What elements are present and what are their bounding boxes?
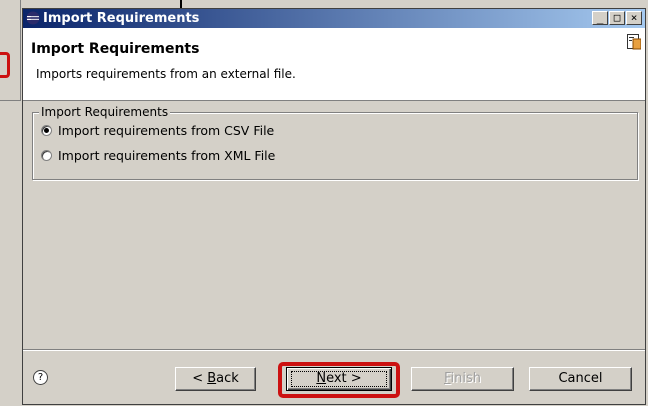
cancel-button[interactable]: Cancel: [529, 367, 632, 391]
background-edge: [180, 0, 182, 8]
minimize-button[interactable]: _: [592, 11, 608, 25]
window-title: Import Requirements: [43, 11, 200, 26]
eclipse-icon: [26, 11, 40, 25]
button-bar-separator: [23, 349, 645, 351]
radio-option-xml[interactable]: Import requirements from XML File: [41, 148, 275, 163]
help-icon[interactable]: ?: [33, 370, 48, 385]
back-mnemonic: B: [207, 371, 217, 386]
back-prefix: <: [192, 371, 208, 386]
radio-button[interactable]: [41, 150, 52, 161]
back-label: ack: [216, 371, 239, 386]
back-button[interactable]: < Back: [175, 367, 256, 391]
radio-label: Import requirements from XML File: [58, 148, 276, 163]
radio-button-checked[interactable]: [41, 125, 52, 136]
finish-label: inish: [450, 371, 482, 386]
radio-option-csv[interactable]: Import requirements from CSV File: [41, 123, 274, 138]
group-label: Import Requirements: [39, 105, 171, 119]
finish-button[interactable]: Finish: [411, 367, 514, 391]
title-bar[interactable]: Import Requirements _ □ ×: [23, 9, 645, 28]
radio-label: Import requirements from CSV File: [58, 123, 275, 138]
background-window: [0, 0, 21, 101]
close-button[interactable]: ×: [626, 11, 642, 25]
next-button-highlight: [278, 362, 400, 398]
import-requirements-dialog: Import Requirements _ □ × Import Require…: [22, 8, 646, 405]
page-title: Import Requirements: [31, 41, 200, 57]
maximize-button[interactable]: □: [609, 11, 625, 25]
wizard-header: Import Requirements Imports requirements…: [23, 28, 645, 101]
background-highlight: [0, 52, 10, 78]
page-description: Imports requirements from an external fi…: [36, 67, 296, 81]
wizard-banner-icon: [627, 34, 641, 50]
